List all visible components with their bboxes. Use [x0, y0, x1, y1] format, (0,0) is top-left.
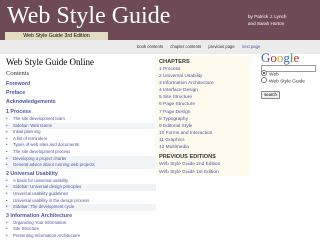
chapter-link[interactable]: 6 Page Structure: [159, 101, 251, 108]
toc-item[interactable]: Site Structure: [6, 226, 156, 233]
chapter-link[interactable]: 8 Typography: [159, 116, 251, 123]
page-title: Web Style Guide Online: [6, 57, 95, 67]
toc-item[interactable]: Developing a project charter: [6, 155, 156, 163]
chapter-link[interactable]: 7 Page Design: [159, 109, 251, 116]
toc-item[interactable]: General advice about running web project…: [6, 162, 156, 169]
toc-item[interactable]: Sidebar: The development cycle: [6, 204, 156, 211]
toc-item[interactable]: Sidebar: Web teams: [6, 122, 156, 130]
foreword-link[interactable]: Foreword: [6, 80, 156, 89]
toc-item[interactable]: The site development process: [6, 149, 156, 156]
toc-chapter-2[interactable]: 2 Universal Usability: [6, 170, 156, 178]
chapter-link[interactable]: 5 Site Structure: [159, 94, 251, 101]
search-button[interactable]: search: [261, 91, 280, 99]
page-nav-links: book contents chapter contents previous …: [137, 44, 266, 50]
acknowledgements-link[interactable]: Acknowledgements: [6, 98, 156, 107]
toc-item[interactable]: A basis for universal usability: [6, 178, 156, 185]
toc-chapter-3[interactable]: 3 Information Architecture: [6, 212, 156, 220]
table-of-contents: Foreword Preface Acknowledgements 1 Proc…: [6, 80, 156, 240]
chapter-link[interactable]: 10 Forms and Interaction: [159, 130, 251, 137]
chapter-link[interactable]: 11 Graphics: [159, 137, 251, 144]
chapter-contents-link[interactable]: chapter contents: [170, 44, 201, 49]
contents-label: Contents: [6, 70, 30, 77]
toc-item[interactable]: Initial planning: [6, 129, 156, 136]
chapter-link[interactable]: 3 Information Architecture: [159, 80, 251, 87]
byline-line-1: by Patrick J. Lynch: [248, 14, 287, 19]
toc-item[interactable]: Organizing Your Information: [6, 220, 156, 227]
radio-web-label: Web: [269, 72, 279, 78]
radio-web[interactable]: [261, 70, 267, 76]
chapter-link[interactable]: 1 Process: [159, 66, 251, 73]
edition-link[interactable]: Web Style Guide 2nd Edition: [159, 161, 251, 169]
book-contents-link[interactable]: book contents: [137, 44, 163, 49]
chapter-link[interactable]: 2 Universal Usability: [159, 73, 251, 80]
chapter-link[interactable]: 9 Editorial Style: [159, 123, 251, 130]
google-logo-letter: e: [293, 50, 300, 65]
previous-editions-heading: PREVIOUS EDITIONS: [159, 154, 216, 160]
toc-item[interactable]: The site development team: [6, 116, 156, 123]
next-page-link[interactable]: next page: [242, 44, 260, 49]
byline-line-2: and Sarah Horton: [248, 21, 285, 26]
toc-item[interactable]: A list of reminders: [6, 136, 156, 143]
edition-link[interactable]: Web Style Guide 1st Edition: [159, 169, 251, 177]
google-logo-letter: G: [261, 50, 271, 65]
preface-link[interactable]: Preface: [6, 89, 156, 98]
site-title[interactable]: Web Style Guide: [7, 3, 170, 29]
radio-site-row[interactable]: Web Style Guide: [261, 77, 305, 85]
toc-chapter-1[interactable]: 1 Process: [6, 108, 156, 116]
toc-item[interactable]: Presenting Information Architecture: [6, 233, 156, 240]
edition-tab[interactable]: Web Style Guide 3rd Edition: [5, 32, 108, 40]
chapter-link[interactable]: 12 Multimedia: [159, 144, 251, 151]
google-logo: Google: [261, 51, 299, 65]
previous-page-link[interactable]: previous page: [208, 44, 234, 49]
author-byline: by Patrick J. Lynch and Sarah Horton: [248, 13, 286, 27]
toc-item[interactable]: Universal usability in the design proces…: [6, 198, 156, 205]
chapters-list: 1 Process 2 Universal Usability 3 Inform…: [159, 66, 251, 151]
toc-item[interactable]: Types of web sites and documents: [6, 142, 156, 149]
chapters-heading: CHAPTERS: [159, 59, 190, 65]
toc-item[interactable]: Sidebar: Universal design principles: [6, 184, 156, 191]
chapter-link[interactable]: 4 Interface Design: [159, 87, 251, 94]
radio-site-label: Web Style Guide: [269, 79, 305, 85]
previous-editions-list: Web Style Guide 2nd Edition Web Style Gu…: [159, 161, 251, 176]
toc-item[interactable]: Universal usability guidelines: [6, 191, 156, 198]
radio-site[interactable]: [261, 77, 267, 83]
